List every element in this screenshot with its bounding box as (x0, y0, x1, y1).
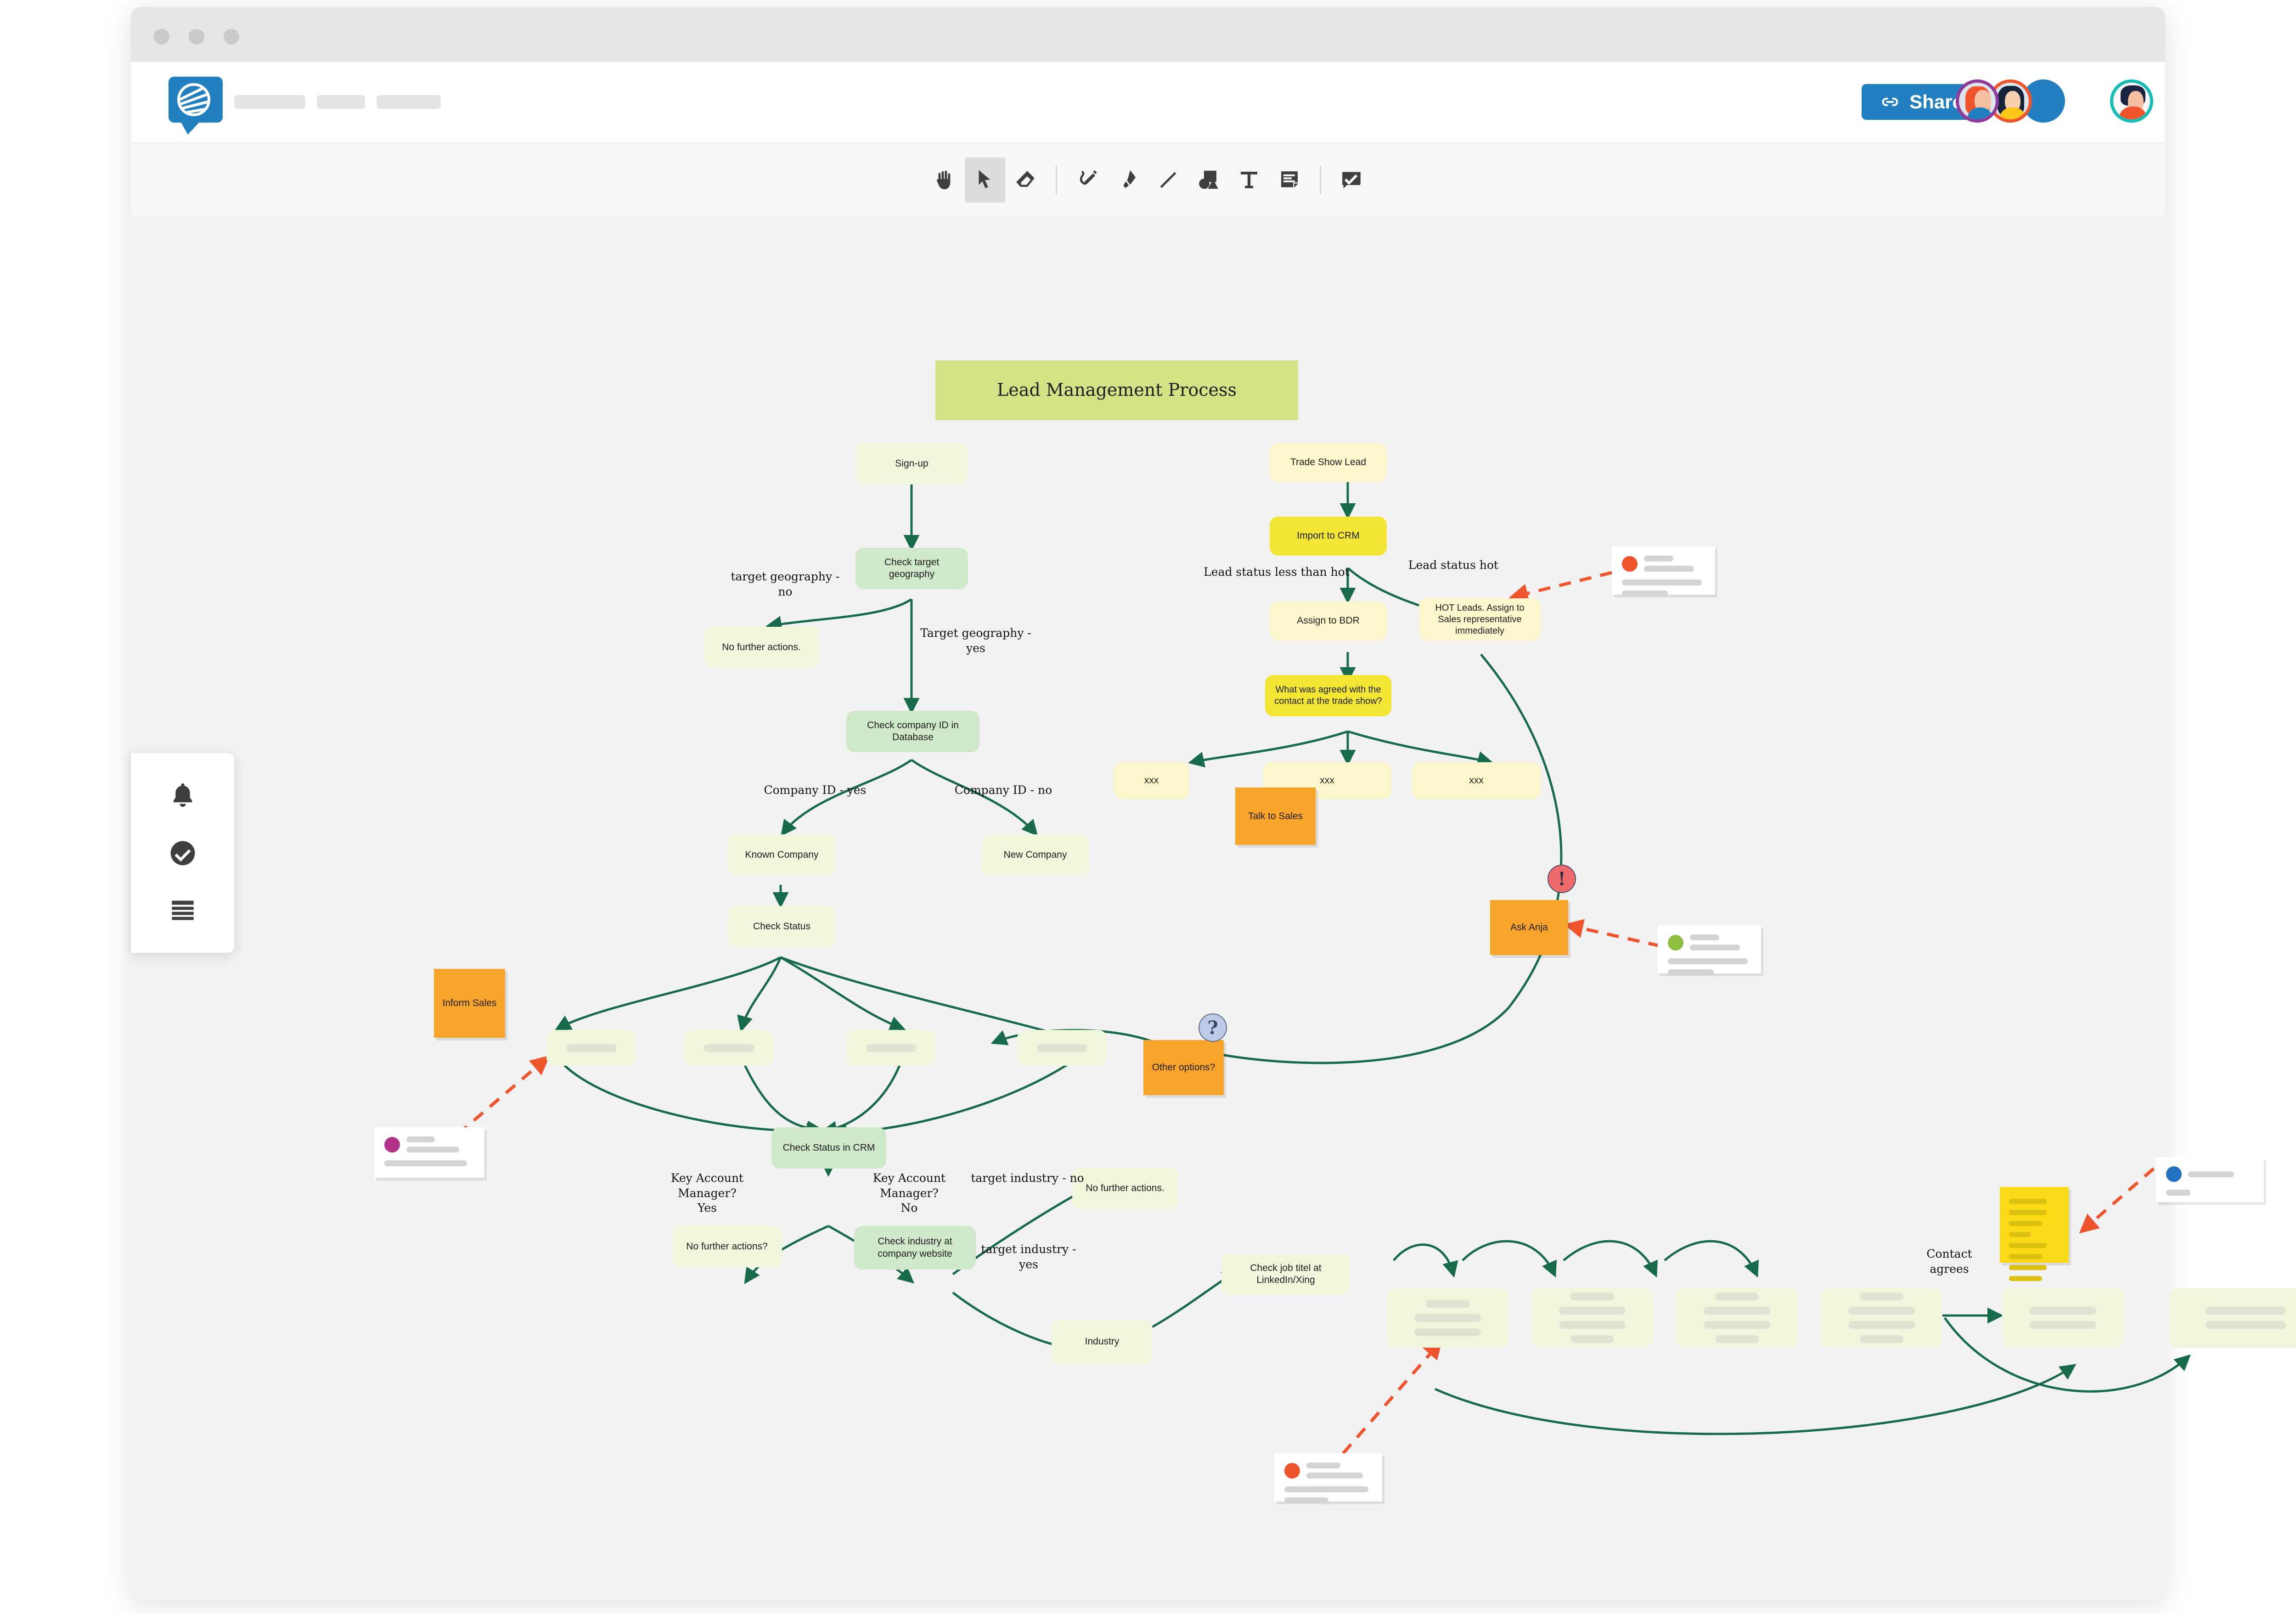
node-known-company[interactable]: Known Company (728, 834, 836, 876)
comment-ask-anja[interactable] (1658, 925, 1761, 975)
sticky-ask-anja[interactable]: Ask Anja (1490, 900, 1568, 955)
node-new-company[interactable]: New Company (981, 834, 1089, 876)
node-check-industry[interactable]: Check industry at company website (854, 1226, 976, 1270)
flowchart-connectors (456, 481, 2191, 1455)
left-side-panel (131, 753, 234, 953)
question-badge[interactable]: ? (1199, 1013, 1227, 1042)
placeholder-node-9[interactable] (2002, 1288, 2124, 1348)
node-import-to-crm[interactable]: Import to CRM (1270, 517, 1387, 556)
comment-hot-leads[interactable] (1612, 546, 1715, 596)
placeholder-node-6[interactable] (1531, 1288, 1653, 1348)
edge-label-contact-agrees: Contact agrees (1926, 1247, 1972, 1276)
node-check-job-title[interactable]: Check job titel at LinkedIn/Xing (1221, 1254, 1350, 1295)
avatar-collaborator-1[interactable] (1956, 79, 1999, 123)
board-list-icon[interactable] (165, 893, 201, 928)
placeholder-node-4[interactable] (1017, 1030, 1107, 1066)
edge-label-company-id-no: Company ID - no (954, 783, 1052, 797)
comment-bottom[interactable] (1274, 1453, 1382, 1503)
node-assign-to-bdr[interactable]: Assign to BDR (1270, 602, 1387, 641)
app-root: Share Lead Management Process Sign-up Ch… (0, 0, 2296, 1607)
node-no-further-actions-1[interactable]: No further actions. (704, 627, 819, 668)
edge-label-geo-yes: Target geography - yes (920, 626, 1031, 655)
browser-window: Share Lead Management Process Sign-up Ch… (131, 7, 2296, 1600)
placeholder-node-2[interactable] (684, 1030, 774, 1066)
tasks-icon[interactable] (165, 835, 201, 871)
node-check-company-id[interactable]: Check company ID in Database (846, 711, 979, 752)
edge-label-company-id-yes: Company ID - yes (764, 783, 867, 797)
placeholder-node-7[interactable] (1676, 1288, 1798, 1348)
node-signup[interactable]: Sign-up (855, 443, 968, 484)
comment-right[interactable] (2156, 1157, 2264, 1202)
edge-label-industry-yes: target industry - yes (981, 1243, 1076, 1271)
edge-label-status-hot: Lead status hot (1408, 558, 1499, 572)
comment-inform-sales[interactable] (374, 1127, 484, 1178)
placeholder-node-10[interactable] (2170, 1288, 2296, 1348)
edge-label-kam-yes: Key Account Manager? Yes (670, 1171, 744, 1215)
node-trade-show-lead[interactable]: Trade Show Lead (1270, 443, 1387, 482)
avatar-group (1956, 79, 2153, 123)
node-hot-leads[interactable]: HOT Leads. Assign to Sales representativ… (1419, 598, 1541, 641)
notifications-icon[interactable] (165, 778, 201, 814)
node-xxx-1[interactable]: xxx (1114, 762, 1189, 799)
avatar-current-user[interactable] (2110, 79, 2153, 123)
edge-label-kam-no: Key Account Manager? No (872, 1171, 946, 1215)
node-check-status-in-crm[interactable]: Check Status in CRM (771, 1127, 886, 1169)
edge-label-less-than-hot: Lead status less than hot (1204, 565, 1350, 579)
node-no-further-actions-2[interactable]: No further actions? (672, 1226, 782, 1267)
edge-label-geo-no: target geography - no (731, 570, 840, 598)
placeholder-node-3[interactable] (846, 1030, 936, 1066)
flowchart[interactable]: Lead Management Process Sign-up Check ta… (131, 7, 2296, 1614)
sticky-talk-to-sales[interactable]: Talk to Sales (1235, 787, 1316, 845)
node-check-target-geography[interactable]: Check target geography (855, 548, 968, 589)
edge-label-industry-no: target industry - no (971, 1171, 1084, 1185)
placeholder-node-1[interactable] (546, 1030, 636, 1066)
sticky-yellow-note[interactable] (2000, 1187, 2069, 1281)
node-industry[interactable]: Industry (1052, 1320, 1153, 1364)
board-title[interactable]: Lead Management Process (935, 360, 1298, 420)
exclamation-badge[interactable]: ! (1548, 865, 1576, 893)
node-check-status[interactable]: Check Status (728, 906, 836, 947)
node-xxx-3[interactable]: xxx (1412, 762, 1541, 799)
placeholder-node-5[interactable] (1387, 1288, 1508, 1348)
placeholder-node-8[interactable] (1821, 1288, 1942, 1348)
node-what-was-agreed[interactable]: What was agreed with the contact at the … (1265, 675, 1391, 716)
sticky-other-options[interactable]: Other options? (1143, 1040, 1224, 1095)
sticky-inform-sales[interactable]: Inform Sales (434, 969, 505, 1038)
